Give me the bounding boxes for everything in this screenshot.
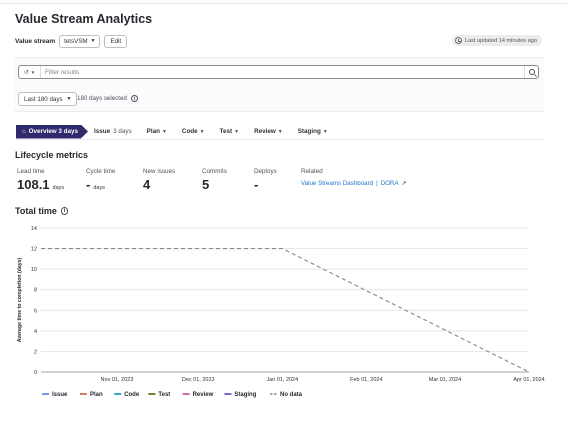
top-border [0,0,567,4]
value-stream-row: Value stream tetsVSM ▼ Edit [15,34,128,48]
metric-cycle-time[interactable]: Cycle time - days [86,168,115,192]
stage-overview-label: Overview 3 days [28,128,78,135]
history-icon: ↺ [23,69,29,76]
value-stream-dropdown[interactable]: tetsVSM ▼ [59,34,101,48]
external-link-icon: ↗ [401,181,407,187]
stage-review[interactable]: Review ▼ [254,128,283,135]
stage-plan[interactable]: Plan ▼ [147,128,167,135]
stage-navigation: ⌂ Overview 3 days Issue 3 days Plan ▼ Code… [16,124,544,140]
y-tick-label: 0 [34,370,37,376]
metric-lead-time[interactable]: Lead time 108.1 days [17,168,64,192]
metric-label: Deploys [254,168,277,175]
chevron-down-icon: ▼ [322,128,328,135]
legend-label: Review [193,392,214,398]
legend-label: Issue [52,392,68,398]
metric-label: Lead time [17,168,45,175]
legend-label: Plan [90,392,103,398]
chevron-down-icon: ▼ [161,128,167,135]
x-tick-label: Nov 01, 2023 [101,377,134,383]
last-updated-badge: Last updated 14 minutes ago [451,35,542,46]
last-updated-text: Last updated 14 minutes ago [464,37,537,44]
legend-label: Test [158,392,170,398]
filter-panel: ↺ ▼ Filter results Last 180 days ▼ 180 d… [14,57,544,112]
filter-bar: ↺ ▼ Filter results [18,65,539,79]
info-icon[interactable]: i [130,95,138,102]
lifecycle-metrics-title: Lifecycle metrics [15,150,89,160]
y-tick-label: 12 [31,247,37,253]
dora-link[interactable]: DORA [381,180,399,187]
clock-icon [454,37,462,44]
legend-label: No data [280,392,303,398]
legend-label: Code [124,392,140,398]
days-selected-text: 180 days selected [77,95,127,102]
value-stream-selected: tetsVSM [64,37,88,45]
info-icon[interactable]: i [60,207,69,215]
stage-duration: 3 days [113,128,132,135]
metric-related: Related Value Streams Dashboard | DORA ↗ [301,168,407,187]
metric-label: Related [301,168,323,175]
chevron-down-icon: ▼ [277,128,283,135]
edit-button[interactable]: Edit [104,34,128,48]
chevron-down-icon: ▼ [234,128,240,135]
x-tick-label: Jan 01, 2024 [266,377,298,383]
x-tick-label: Feb 01, 2024 [350,377,382,383]
stage-label: Test [219,128,233,135]
x-tick-label: Mar 01, 2024 [429,377,461,383]
chevron-down-icon: ▼ [90,38,96,44]
stage-label: Issue [93,128,111,135]
metric-new-issues[interactable]: New issues 4 [143,168,175,192]
stage-staging[interactable]: Staging ▼ [298,128,328,135]
metric-value: 5 [202,177,210,192]
x-tick-label: Dec 01, 2023 [182,377,215,383]
total-time-label: Total time [15,206,57,216]
stage-label: Code [181,128,198,135]
metric-value: 108.1 [17,177,50,192]
metric-unit: days [93,185,105,191]
legend-label: Staging [234,392,256,398]
y-tick-label: 2 [34,349,37,355]
metric-commits[interactable]: Commits 5 [202,168,227,192]
metric-value: - [86,177,91,192]
stage-code[interactable]: Code ▼ [182,128,205,135]
stage-test[interactable]: Test ▼ [220,128,239,135]
link-separator: | [376,180,378,187]
stage-label: Staging [297,128,321,135]
recent-searches-button[interactable]: ↺ ▼ [19,66,41,78]
metric-value: - [254,177,259,192]
chevron-down-icon: ▼ [199,128,205,135]
chevron-down-icon: ▼ [66,96,72,102]
y-tick-label: 4 [34,329,37,335]
metric-label: Commits [202,168,227,175]
stage-issue[interactable]: Issue 3 days [94,128,132,135]
metric-deploys[interactable]: Deploys - [254,168,277,192]
value-streams-dashboard-link[interactable]: Value Streams Dashboard [301,180,373,187]
stage-label: Review [254,128,276,135]
home-icon: ⌂ [22,128,26,135]
y-tick-label: 14 [31,226,37,232]
stage-label: Plan [146,128,160,135]
y-tick-label: 10 [31,267,37,273]
date-range-selected: Last 180 days [24,95,63,103]
value-stream-label: Value stream [15,37,56,45]
total-time-title: Total time i [15,206,69,216]
y-tick-label: 6 [34,308,37,314]
metric-value: 4 [143,177,151,192]
search-button[interactable] [524,66,538,78]
chevron-down-icon: ▼ [30,69,36,75]
search-icon [528,69,535,75]
stage-overview[interactable]: ⌂ Overview 3 days [16,124,88,139]
chart-svg: 0 2 4 6 8 10 12 14 Nov 01, 2023 Dec 01, 2023 Jan 0… [17,226,545,398]
total-time-chart: 0 2 4 6 8 10 12 14 Nov 01, 2023 Dec 01, 2023 Jan 0… [0,218,567,418]
filter-input[interactable]: Filter results [41,69,524,76]
page-title: Value Stream Analytics [15,12,153,26]
y-tick-label: 8 [34,288,37,294]
metric-unit: days [52,185,65,191]
metric-label: New issues [143,168,176,175]
days-selected: 180 days selected i [77,95,138,102]
y-axis-label: Average time to completion (days) [17,257,23,342]
date-range-dropdown[interactable]: Last 180 days ▼ [18,92,78,106]
metric-label: Cycle time [86,168,116,175]
x-tick-label: Apr 01, 2024 [513,377,545,383]
